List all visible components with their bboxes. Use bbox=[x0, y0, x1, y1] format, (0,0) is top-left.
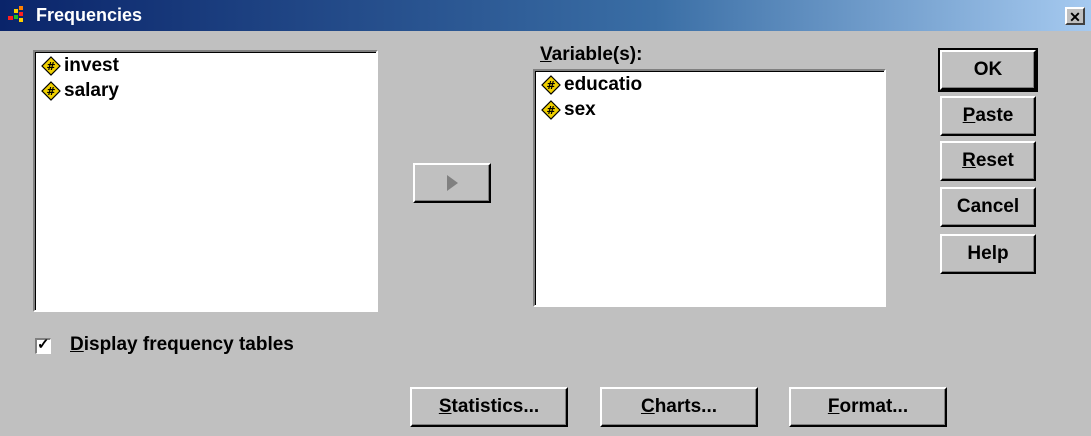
list-item[interactable]: # educatio bbox=[541, 74, 642, 96]
variable-label: sex bbox=[564, 99, 596, 120]
numeric-variable-icon: # bbox=[41, 56, 61, 76]
paste-button[interactable]: Paste bbox=[940, 96, 1036, 136]
spss-app-icon bbox=[8, 6, 23, 22]
variables-label: Variable(s): bbox=[540, 44, 643, 65]
right-arrow-icon bbox=[447, 175, 458, 191]
cancel-button[interactable]: Cancel bbox=[940, 187, 1036, 227]
numeric-variable-icon: # bbox=[541, 75, 561, 95]
help-button[interactable]: Help bbox=[940, 234, 1036, 274]
variable-label: educatio bbox=[564, 74, 643, 95]
svg-text:#: # bbox=[46, 60, 55, 73]
close-button[interactable]: ✕ bbox=[1065, 7, 1085, 25]
list-item[interactable]: # salary bbox=[41, 80, 119, 102]
title-bar[interactable]: Frequencies ✕ bbox=[0, 0, 1091, 31]
display-frequency-tables-checkbox[interactable]: ✓ bbox=[35, 336, 51, 354]
svg-text:#: # bbox=[546, 104, 555, 117]
reset-button[interactable]: Reset bbox=[940, 141, 1036, 181]
move-variable-button[interactable] bbox=[413, 163, 491, 203]
close-icon: ✕ bbox=[1069, 9, 1081, 25]
variable-label: salary bbox=[64, 80, 119, 101]
list-item[interactable]: # invest bbox=[41, 55, 119, 77]
format-button[interactable]: Format... bbox=[789, 387, 947, 427]
svg-text:#: # bbox=[546, 79, 555, 92]
list-item[interactable]: # sex bbox=[541, 99, 596, 121]
source-variable-list[interactable]: # invest # salary bbox=[33, 50, 378, 312]
target-variable-list[interactable]: # educatio # sex bbox=[533, 69, 886, 307]
ok-button[interactable]: OK bbox=[938, 48, 1038, 92]
statistics-button[interactable]: Statistics... bbox=[410, 387, 568, 427]
svg-text:#: # bbox=[46, 85, 55, 98]
charts-button[interactable]: Charts... bbox=[600, 387, 758, 427]
numeric-variable-icon: # bbox=[541, 100, 561, 120]
checkmark-icon: ✓ bbox=[37, 336, 50, 353]
numeric-variable-icon: # bbox=[41, 81, 61, 101]
display-frequency-tables-label[interactable]: Display frequency tables bbox=[70, 334, 294, 356]
window-title: Frequencies bbox=[36, 5, 143, 25]
variable-label: invest bbox=[64, 55, 119, 76]
